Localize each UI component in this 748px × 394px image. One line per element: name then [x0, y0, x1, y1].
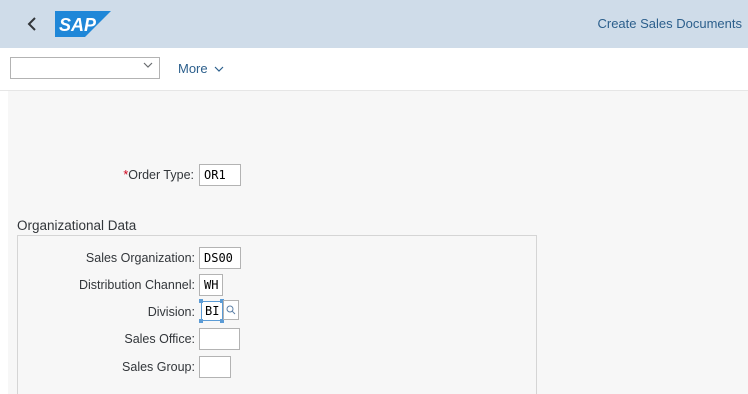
more-menu-button[interactable]: More: [178, 61, 224, 76]
app-title: Create Sales Documents: [597, 16, 742, 31]
chevron-left-icon: [27, 17, 36, 31]
more-label: More: [178, 61, 208, 76]
selection-handle: [199, 319, 203, 323]
distribution-channel-input[interactable]: WH: [199, 274, 223, 296]
order-type-label: *Order Type:: [123, 168, 194, 182]
sales-group-input[interactable]: [199, 356, 231, 378]
sales-organization-input[interactable]: DS00: [199, 247, 241, 269]
sap-logo: SAP: [55, 11, 111, 37]
distribution-channel-label: Distribution Channel:: [78, 278, 195, 292]
chevron-down-icon: [143, 60, 153, 72]
back-button[interactable]: [20, 12, 44, 36]
value-help-button[interactable]: [223, 300, 239, 320]
sales-organization-label: Sales Organization:: [85, 251, 195, 265]
chevron-down-icon: [214, 66, 224, 72]
sales-office-input[interactable]: [199, 328, 240, 350]
selection-handle: [199, 299, 203, 303]
order-type-input[interactable]: OR1: [199, 164, 241, 186]
toolbar: More: [0, 48, 748, 91]
division-label: Division:: [147, 305, 195, 319]
section-title-organizational-data: Organizational Data: [17, 218, 137, 233]
sales-office-label: Sales Office:: [124, 332, 195, 346]
division-input[interactable]: BI: [201, 301, 223, 321]
variant-select[interactable]: [10, 57, 160, 79]
svg-text:SAP: SAP: [59, 15, 97, 35]
search-icon: [226, 305, 236, 315]
sales-group-label: Sales Group:: [122, 360, 195, 374]
shell-header: SAP Create Sales Documents: [0, 0, 748, 48]
